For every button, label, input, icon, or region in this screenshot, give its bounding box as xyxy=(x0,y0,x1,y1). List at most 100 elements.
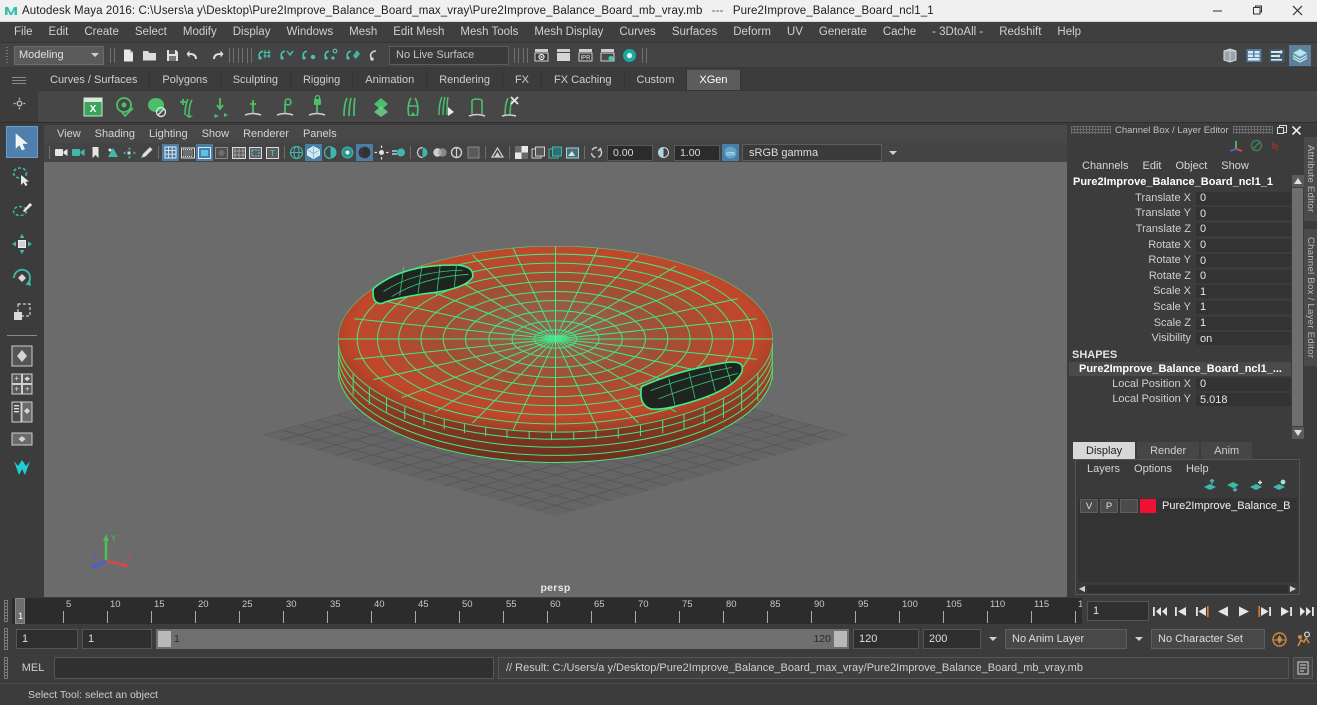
shelf-grip[interactable] xyxy=(12,77,26,87)
layer-menu-help[interactable]: Help xyxy=(1179,463,1216,475)
2d-pan-zoom-icon[interactable] xyxy=(121,144,138,161)
xgen-create-description-icon[interactable] xyxy=(110,92,140,122)
menu-help[interactable]: Help xyxy=(1049,24,1089,40)
anim-layer-chevron-down-icon[interactable] xyxy=(1131,637,1147,641)
layer-visibility-toggle[interactable]: V xyxy=(1080,499,1098,513)
anim-end-field[interactable]: 200 xyxy=(923,629,981,649)
select-tool[interactable] xyxy=(6,126,38,158)
range-slider-grip[interactable] xyxy=(0,626,12,652)
motion-blur-icon[interactable] xyxy=(390,144,407,161)
layer-list[interactable]: V P Pure2Improve_Balance_B xyxy=(1078,498,1297,582)
channel-box-menu-object[interactable]: Object xyxy=(1168,159,1214,173)
outliner-persp-layout-icon[interactable] xyxy=(6,399,38,425)
safe-title-icon[interactable]: T xyxy=(264,144,281,161)
menu-deform[interactable]: Deform xyxy=(725,24,779,40)
layer-row[interactable]: V P Pure2Improve_Balance_B xyxy=(1078,498,1297,514)
viewport-menu-view[interactable]: View xyxy=(50,127,88,141)
snap-to-curve-icon[interactable] xyxy=(276,45,298,66)
render-settings-icon[interactable] xyxy=(596,45,618,66)
channel-row-translate-y[interactable]: Translate Y 0 xyxy=(1069,206,1291,222)
attr-value[interactable]: 0 xyxy=(1196,376,1291,391)
command-input[interactable] xyxy=(54,657,494,679)
channel-row-scale-x[interactable]: Scale X 1 xyxy=(1069,284,1291,300)
time-slider[interactable]: 1 5 10 15 20 25 30 35 40 45 50 55 60 65 70 75 80 85 90 95 10… xyxy=(12,598,1082,624)
shelf-tab-rendering[interactable]: Rendering xyxy=(427,70,503,90)
channel-row-local-position-x[interactable]: Local Position X 0 xyxy=(1069,376,1291,392)
anim-layer-dropdown[interactable]: No Anim Layer xyxy=(1005,629,1127,649)
gamma-icon[interactable] xyxy=(655,144,672,161)
tab-anim[interactable]: Anim xyxy=(1201,442,1253,459)
color-management-icon[interactable]: cm xyxy=(722,144,739,161)
channel-row-rotate-z[interactable]: Rotate Z 0 xyxy=(1069,268,1291,284)
show-hide-channel-box-icon[interactable] xyxy=(1289,44,1311,66)
step-forward-frame-icon[interactable] xyxy=(1255,600,1275,622)
layer-menu-layers[interactable]: Layers xyxy=(1080,463,1127,475)
range-start-field[interactable]: 1 xyxy=(16,629,78,649)
grease-pencil-icon[interactable] xyxy=(138,144,155,161)
channel-row-scale-y[interactable]: Scale Y 1 xyxy=(1069,299,1291,315)
gamma-field[interactable]: 1.00 xyxy=(674,144,720,161)
new-layer-icon[interactable] xyxy=(1249,479,1264,495)
show-hide-modeling-toolkit-icon[interactable] xyxy=(1220,45,1242,66)
statusline-grip[interactable] xyxy=(2,44,12,66)
grid-icon[interactable] xyxy=(162,144,179,161)
channel-box-menu-channels[interactable]: Channels xyxy=(1075,159,1135,173)
undo-icon[interactable] xyxy=(183,45,205,66)
menu-3dtoall[interactable]: - 3DtoAll - xyxy=(924,24,991,40)
sidetab-channel-box-layer-editor[interactable]: Channel Box / Layer Editor xyxy=(1304,228,1317,366)
attr-value[interactable]: 0 xyxy=(1196,206,1291,221)
shelf-tab-fx-caching[interactable]: FX Caching xyxy=(542,70,625,90)
scroll-right-arrow-icon[interactable]: ▶ xyxy=(1288,584,1298,593)
scrollbar-thumb[interactable] xyxy=(1292,188,1303,426)
xgen-noise-modifier-icon[interactable] xyxy=(206,92,236,122)
rotate-tool[interactable] xyxy=(6,262,38,294)
exposure-field[interactable]: 0.00 xyxy=(607,144,653,161)
xgen-remove-icon[interactable] xyxy=(494,92,524,122)
viewport-menu-shading[interactable]: Shading xyxy=(88,127,142,141)
shade-flat-icon[interactable] xyxy=(322,144,339,161)
attr-value[interactable]: 0 xyxy=(1196,253,1291,268)
render-current-frame-icon[interactable] xyxy=(530,45,552,66)
command-line-grip[interactable] xyxy=(0,655,12,681)
menu-set-dropdown[interactable]: Modeling xyxy=(14,45,104,65)
step-back-frame-icon[interactable] xyxy=(1192,600,1212,622)
channel-box-scrollbar[interactable] xyxy=(1291,175,1304,439)
menu-mesh-display[interactable]: Mesh Display xyxy=(526,24,611,40)
attr-value[interactable]: 0 xyxy=(1196,268,1291,283)
image-plane-icon[interactable] xyxy=(104,144,121,161)
xray-icon[interactable] xyxy=(414,144,431,161)
shelf-tab-curves-surfaces[interactable]: Curves / Surfaces xyxy=(38,70,151,90)
channel-row-scale-z[interactable]: Scale Z 1 xyxy=(1069,315,1291,331)
display-textures-icon[interactable] xyxy=(489,144,506,161)
tab-display[interactable]: Display xyxy=(1073,442,1136,459)
anim-end-chevron-down-icon[interactable] xyxy=(985,637,1001,641)
animation-preferences-icon[interactable] xyxy=(1293,628,1313,650)
xgen-clump-modifier-icon[interactable] xyxy=(398,92,428,122)
script-editor-icon[interactable] xyxy=(1293,657,1313,679)
single-perspective-layout-icon[interactable] xyxy=(6,343,38,369)
scroll-left-arrow-icon[interactable]: ◀ xyxy=(1077,584,1087,593)
go-to-end-icon[interactable] xyxy=(1297,600,1317,622)
layer-name[interactable]: Pure2Improve_Balance_B xyxy=(1158,500,1290,512)
shelf-tab-fx[interactable]: FX xyxy=(502,70,543,90)
snap-to-grid-icon[interactable] xyxy=(254,45,276,66)
move-tool[interactable] xyxy=(6,228,38,260)
play-backwards-icon[interactable] xyxy=(1213,600,1233,622)
smooth-shade-all-icon[interactable] xyxy=(305,144,322,161)
channel-box-menu-show[interactable]: Show xyxy=(1214,159,1256,173)
color-management-dropdown[interactable]: sRGB gamma xyxy=(742,144,882,161)
snap-to-point-icon[interactable] xyxy=(298,45,320,66)
channel-row-translate-x[interactable]: Translate X 0 xyxy=(1069,190,1291,206)
shelf-tab-rigging[interactable]: Rigging xyxy=(290,70,354,90)
bookmark-icon[interactable] xyxy=(87,144,104,161)
hardware-texturing-icon[interactable] xyxy=(513,144,530,161)
shelf-tab-sculpting[interactable]: Sculpting xyxy=(220,70,291,90)
shadows-icon[interactable] xyxy=(356,144,373,161)
resolution-gate-icon[interactable] xyxy=(196,144,213,161)
scroll-down-arrow-icon[interactable] xyxy=(1291,427,1304,439)
no-operation-icon[interactable] xyxy=(1250,139,1263,155)
menu-create[interactable]: Create xyxy=(76,24,127,40)
undock-icon[interactable] xyxy=(1276,124,1288,136)
shelf-settings-icon[interactable] xyxy=(13,97,26,113)
time-slider-grip[interactable] xyxy=(0,598,12,624)
